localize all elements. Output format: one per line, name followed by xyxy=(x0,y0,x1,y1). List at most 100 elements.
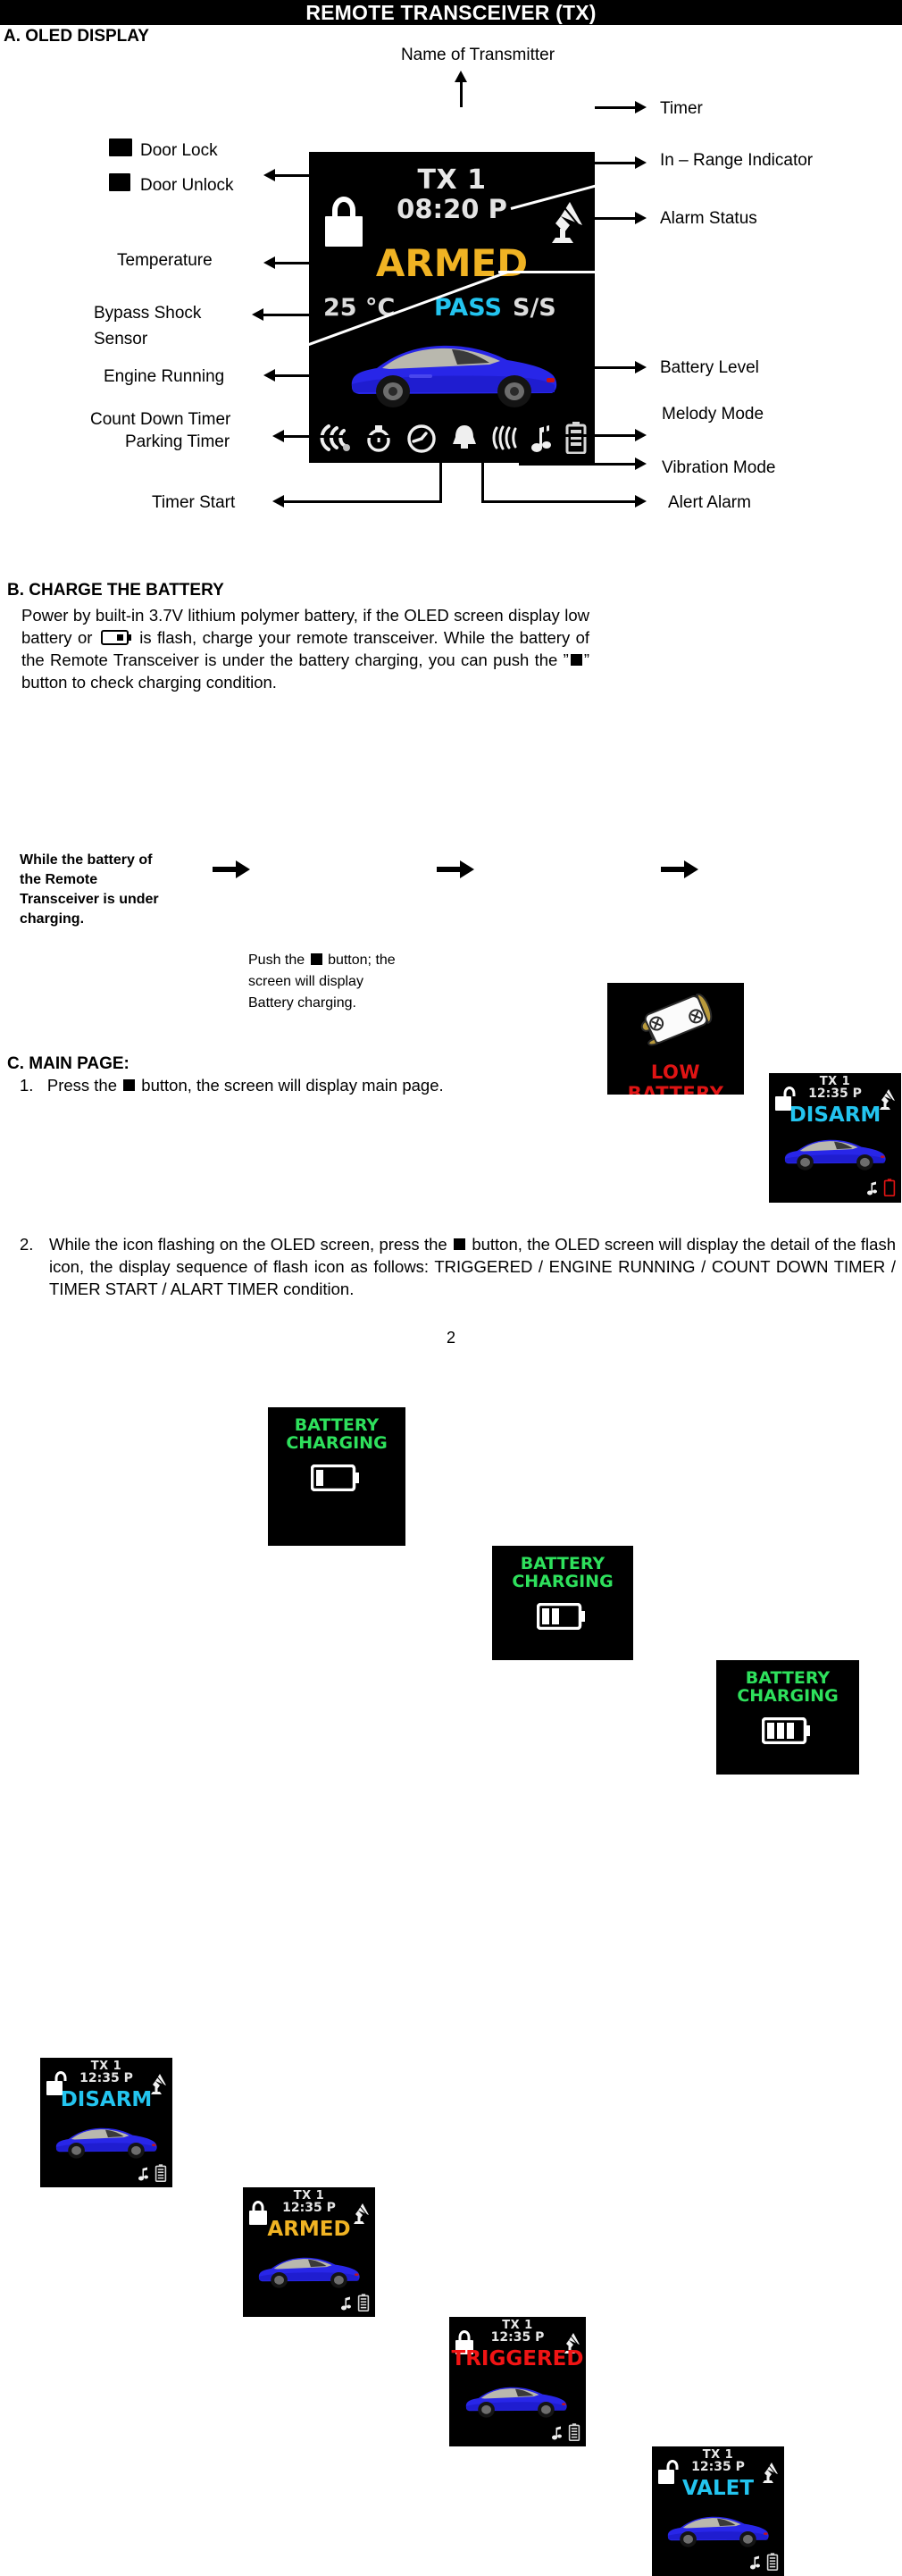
arrow-line-door-unlock xyxy=(275,174,309,177)
caption-part3: screen will display xyxy=(248,974,363,989)
melody-mode-icon-b xyxy=(866,1180,878,1199)
arrow-line-engine-running xyxy=(275,374,309,377)
car-graphic-2 xyxy=(256,2252,362,2289)
caption-part1: Push the xyxy=(248,952,305,968)
arrow-up-transmitter xyxy=(455,71,467,82)
door-unlock-legend-icon xyxy=(109,162,136,191)
screen-4-status: VALET xyxy=(681,2477,755,2500)
timer-start-icon xyxy=(405,423,438,457)
arrow-line-alarm-status xyxy=(595,217,636,220)
arrow-right-melody xyxy=(635,429,647,441)
label-door-lock: Door Lock xyxy=(140,141,218,160)
section-c-item2-part1: While the icon flashing on the OLED scre… xyxy=(49,1235,447,1254)
charging-3-line2: CHARGING xyxy=(737,1686,839,1706)
page-number: 2 xyxy=(446,1329,455,1347)
button-square-glyph-c2 xyxy=(454,1238,466,1251)
label-melody-mode: Melody Mode xyxy=(662,405,764,424)
button-square-glyph-c1 xyxy=(123,1079,136,1092)
section-b-heading: B. CHARGE THE BATTERY xyxy=(7,581,224,600)
label-name-of-transmitter: Name of Transmitter xyxy=(400,46,555,64)
section-c-item1: 1. Press the button, the screen will dis… xyxy=(20,1074,645,1096)
caption-part4: Battery charging. xyxy=(248,995,356,1011)
section-b-paragraph: Power by built-in 3.7V lithium polymer b… xyxy=(21,604,589,693)
charging-3-battery-icon xyxy=(761,1716,814,1748)
battery-level-icon-4 xyxy=(766,2553,779,2574)
section-c-item2-number: 2. xyxy=(20,1235,34,1254)
charging-1-battery-icon xyxy=(310,1464,363,1495)
main-oled-display: TX 1 08:20 P ARMED 25 °C PASS S/S xyxy=(309,152,595,463)
oled-alarm-status: ARMED xyxy=(375,241,529,285)
charging-3-line1: BATTERY xyxy=(745,1668,831,1688)
car-graphic-1 xyxy=(54,2122,159,2160)
main-page-screen-disarm: TX 1 12:35 P DISARM xyxy=(40,2058,172,2187)
arrow-right-vibration xyxy=(635,457,647,470)
main-page-screen-valet: TX 1 12:35 P VALET xyxy=(652,2446,784,2576)
arrow-right-battery-level xyxy=(635,361,647,373)
arrow-line-timer xyxy=(595,106,636,109)
battery-charging-screen-2: BATTERY CHARGING xyxy=(492,1546,633,1660)
label-temperature: Temperature xyxy=(117,251,213,270)
disarm-screen-b: TX 1 12:35 P DISARM xyxy=(769,1073,901,1203)
charging-2-battery-icon xyxy=(536,1602,589,1633)
door-lock-legend-icon xyxy=(109,128,132,156)
arrow-right-in-range xyxy=(635,156,647,169)
charging-note-line4: charging. xyxy=(20,911,85,927)
oled-ss: S/S xyxy=(513,294,556,322)
battery-charging-screen-3: BATTERY CHARGING xyxy=(716,1660,859,1775)
label-alarm-status: Alarm Status xyxy=(660,209,757,228)
melody-mode-icon-2 xyxy=(340,2295,352,2314)
arrow-line-alert xyxy=(481,500,636,503)
charging-2-line1: BATTERY xyxy=(520,1554,606,1573)
engine-running-icon xyxy=(316,423,352,457)
arrow-left-bypass xyxy=(252,308,263,321)
car-graphic-3 xyxy=(464,2381,569,2419)
main-page-screen-triggered: TX 1 12:35 P TRIGGERED xyxy=(449,2317,586,2446)
arrow-line-in-range xyxy=(595,162,636,164)
connector-timer-start xyxy=(439,416,442,503)
caption-part2: button; the xyxy=(328,952,396,968)
disarm-b-status: DISARM xyxy=(789,1103,881,1127)
section-c-heading: C. MAIN PAGE: xyxy=(7,1054,129,1073)
melody-mode-icon xyxy=(530,423,553,457)
arrow-line-battery-level xyxy=(595,366,636,369)
charging-note-line2: the Remote xyxy=(20,872,98,887)
car-graphic xyxy=(347,335,561,408)
page-title-bar: REMOTE TRANSCEIVER (TX) xyxy=(0,0,902,25)
label-count-down-timer: Count Down Timer xyxy=(90,410,231,429)
arrow-line-temperature xyxy=(275,262,309,264)
arrow-right-timer xyxy=(635,101,647,113)
oled-bypass-shock: PASS xyxy=(434,294,502,322)
arrow-line-vibration xyxy=(519,463,636,466)
arrow-right-alarm-status xyxy=(635,212,647,224)
low-battery-glyph xyxy=(100,630,131,646)
step-arrow-3 xyxy=(661,858,698,885)
countdown-timer-icon xyxy=(363,423,394,457)
arrow-left-countdown xyxy=(272,430,284,442)
charging-note-line3: Transceiver is under xyxy=(20,892,159,907)
section-c-item2: 2. While the icon flashing on the OLED s… xyxy=(20,1233,896,1300)
button-square-glyph-caption xyxy=(310,952,322,965)
label-engine-running: Engine Running xyxy=(104,367,225,386)
arrow-left-door-unlock xyxy=(263,169,275,181)
door-lock-icon xyxy=(325,197,363,247)
label-bypass-shock-sensor-line2: Sensor xyxy=(94,330,148,348)
battery-level-icon xyxy=(564,422,588,457)
connector-countdown xyxy=(393,416,396,435)
connector-vibration-v xyxy=(519,416,522,466)
section-c-item1-part1: Press the xyxy=(46,1076,118,1095)
charging-2-line2: CHARGING xyxy=(512,1572,614,1591)
in-range-indicator-icon xyxy=(543,198,586,245)
leader-line-alarm-status xyxy=(498,271,595,273)
section-c-item1-number: 1. xyxy=(20,1076,34,1095)
label-door-unlock: Door Unlock xyxy=(140,176,234,195)
section-a-heading: A. OLED DISPLAY xyxy=(4,27,149,46)
label-battery-level: Battery Level xyxy=(660,358,759,377)
arrow-line-melody xyxy=(544,434,636,437)
step-arrow-2 xyxy=(437,858,474,885)
car-graphic-b xyxy=(782,1134,888,1171)
label-vibration-mode: Vibration Mode xyxy=(662,458,776,477)
car-graphic-4 xyxy=(665,2511,771,2548)
oled-icon-row xyxy=(316,422,588,457)
battery-level-icon-b xyxy=(883,1179,896,1200)
screen-2-status: ARMED xyxy=(267,2218,351,2241)
